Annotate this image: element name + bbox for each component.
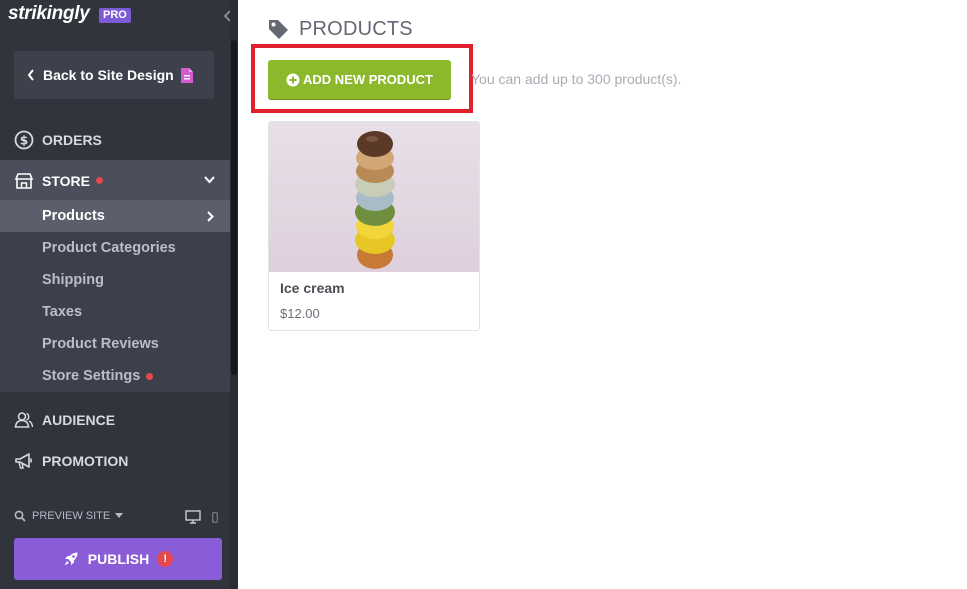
desktop-icon[interactable] xyxy=(185,510,201,524)
app-window: strikingly PRO Back to Site Design $ ORD… xyxy=(0,0,967,589)
sidebar-item-label: Product Categories xyxy=(42,240,176,256)
nav-orders-label: ORDERS xyxy=(42,131,102,148)
product-image xyxy=(269,122,479,272)
sidebar-item-label: Taxes xyxy=(42,304,83,320)
megaphone-icon xyxy=(14,451,34,471)
sidebar-item-store-settings[interactable]: Store Settings xyxy=(0,360,230,392)
plus-circle-icon xyxy=(286,73,300,86)
store-icon xyxy=(14,171,34,191)
nav-audience-label: AUDIENCE xyxy=(42,411,116,428)
store-settings-status-dot xyxy=(146,372,154,380)
mobile-icon[interactable] xyxy=(212,512,218,523)
sidebar-scrollbar-thumb[interactable] xyxy=(231,40,237,375)
nav-orders[interactable]: $ ORDERS xyxy=(0,119,230,160)
tag-icon xyxy=(269,20,288,39)
dollar-circle-icon: $ xyxy=(14,130,34,150)
sidebar-scrollbar[interactable] xyxy=(230,0,238,589)
main-content: PRODUCTS ADD NEW PRODUCT You can add up … xyxy=(238,0,967,589)
sidebar-item-product-reviews[interactable]: Product Reviews xyxy=(0,328,230,360)
sidebar: strikingly PRO Back to Site Design $ ORD… xyxy=(0,0,238,589)
page-header: PRODUCTS xyxy=(268,18,413,41)
ice-cream-illustration xyxy=(269,122,479,272)
nav-audience[interactable]: AUDIENCE xyxy=(0,399,230,440)
sidebar-footer: PREVIEW SITE PUBLISH ! xyxy=(0,500,230,589)
publish-button[interactable]: PUBLISH ! xyxy=(14,538,222,580)
search-icon xyxy=(14,510,26,522)
sidebar-scroll-area: strikingly PRO Back to Site Design $ ORD… xyxy=(0,0,230,500)
rocket-icon xyxy=(64,552,78,566)
chevron-right-icon xyxy=(207,211,214,222)
product-card[interactable]: Ice cream $12.00 xyxy=(268,121,480,331)
nav-promotion[interactable]: PROMOTION xyxy=(0,440,230,481)
nav-store-label: STORE xyxy=(42,172,90,189)
audience-icon xyxy=(14,410,34,430)
caret-down-icon xyxy=(115,513,124,518)
document-icon xyxy=(180,67,193,83)
pro-badge: PRO xyxy=(99,8,131,23)
back-chevron-icon xyxy=(27,69,34,81)
sidebar-item-label: Shipping xyxy=(42,272,105,288)
page-title: PRODUCTS xyxy=(299,18,413,40)
product-name[interactable]: Ice cream xyxy=(280,280,345,296)
publish-label: PUBLISH xyxy=(87,551,150,567)
chevron-down-icon xyxy=(204,176,215,184)
sidebar-item-label: Products xyxy=(42,208,105,224)
preview-site-dropdown[interactable]: PREVIEW SITE xyxy=(14,510,124,522)
back-to-site-design-button[interactable]: Back to Site Design xyxy=(14,51,214,99)
publish-alert-badge: ! xyxy=(157,551,174,567)
sidebar-item-taxes[interactable]: Taxes xyxy=(0,296,230,328)
preview-site-label: PREVIEW SITE xyxy=(32,510,111,522)
sidebar-item-shipping[interactable]: Shipping xyxy=(0,264,230,296)
product-price: $12.00 xyxy=(280,306,320,321)
sidebar-item-label: Store Settings xyxy=(42,368,141,384)
brand-logo: strikingly xyxy=(8,3,90,24)
back-button-label: Back to Site Design xyxy=(43,67,174,83)
nav-store[interactable]: STORE xyxy=(0,160,230,201)
sidebar-item-label: Product Reviews xyxy=(42,336,159,352)
add-new-product-button[interactable]: ADD NEW PRODUCT xyxy=(268,60,451,99)
store-status-dot xyxy=(95,177,103,184)
svg-text:$: $ xyxy=(20,133,28,147)
sidebar-item-product-categories[interactable]: Product Categories xyxy=(0,232,230,264)
sidebar-header: strikingly PRO xyxy=(0,0,230,32)
product-limit-text: You can add up to 300 product(s). xyxy=(471,71,682,87)
add-new-product-label: ADD NEW PRODUCT xyxy=(303,72,433,87)
nav-promotion-label: PROMOTION xyxy=(42,452,129,469)
sidebar-item-products[interactable]: Products xyxy=(0,200,230,232)
